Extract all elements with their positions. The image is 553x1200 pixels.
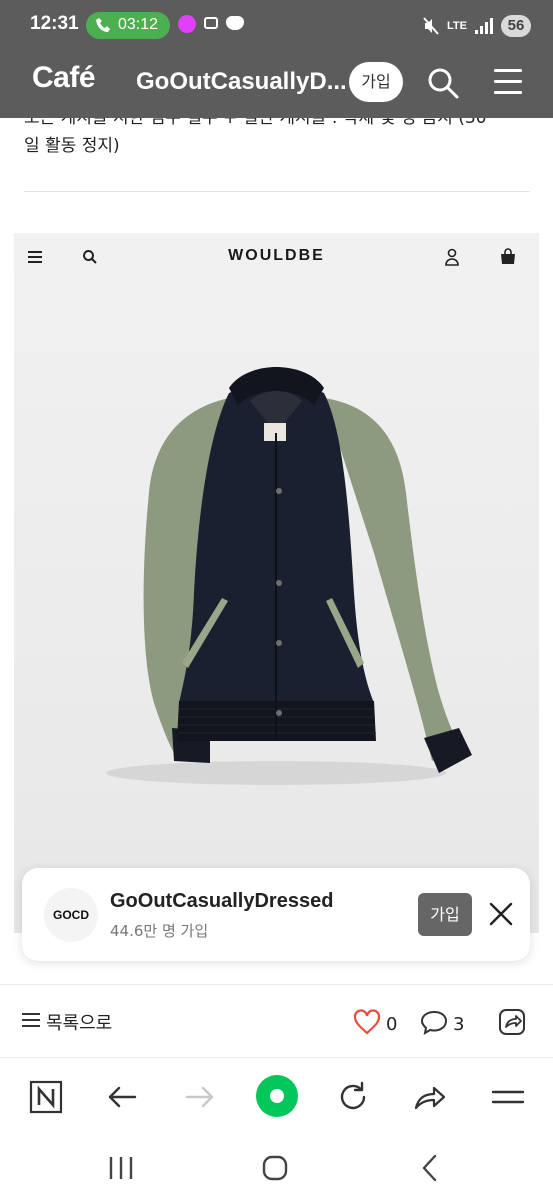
home-icon[interactable] — [260, 1153, 290, 1183]
cafe-avatar[interactable]: GOCD — [44, 888, 98, 942]
comment-count: 3 — [453, 1014, 465, 1035]
back-to-list-button[interactable]: 목록으로 — [22, 1009, 112, 1035]
comment-icon — [420, 1009, 448, 1040]
post-action-row: 목록으로 0 3 — [0, 984, 553, 1058]
comment-button[interactable]: 3 — [420, 1009, 464, 1040]
post-text-line: 일 활동 정지) — [24, 136, 120, 156]
banner-cafe-name[interactable]: GoOutCasuallyDressed — [110, 890, 333, 913]
back-icon[interactable] — [416, 1153, 446, 1183]
join-button[interactable]: 가입 — [349, 62, 403, 102]
join-banner: GOCD GoOutCasuallyDressed 44.6만 명 가입 가입 — [22, 868, 530, 961]
flower-app-icon — [178, 15, 196, 33]
voicemail-icon — [204, 17, 218, 29]
cafe-logo[interactable]: Café — [32, 61, 96, 95]
status-bar: 12:31 03:12 LTE 56 — [0, 0, 553, 52]
browser-menu-icon[interactable] — [490, 1079, 526, 1115]
discord-icon — [226, 16, 244, 30]
naver-home-icon[interactable] — [28, 1079, 64, 1115]
call-indicator[interactable]: 03:12 — [86, 12, 170, 39]
status-time: 12:31 — [30, 13, 79, 34]
browser-toolbar — [0, 1059, 553, 1135]
list-icon — [22, 1013, 40, 1031]
refresh-icon[interactable] — [335, 1079, 371, 1115]
call-timer: 03:12 — [118, 16, 159, 33]
recent-apps-icon[interactable] — [106, 1153, 136, 1183]
cafe-title[interactable]: GoOutCasuallyD... — [136, 68, 346, 96]
page: 12:31 03:12 LTE 56 Café GoOutCasuallyD..… — [0, 0, 553, 1200]
like-button[interactable]: 0 — [353, 1009, 397, 1040]
back-to-list-label: 목록으로 — [46, 1013, 113, 1034]
member-count: 44.6만 명 가입 — [110, 922, 209, 940]
search-icon[interactable] — [426, 66, 460, 100]
android-navigation-bar — [0, 1135, 553, 1200]
forward-arrow-icon[interactable] — [182, 1079, 218, 1115]
banner-join-button[interactable]: 가입 — [418, 893, 472, 936]
back-arrow-icon[interactable] — [104, 1079, 140, 1115]
menu-icon[interactable] — [494, 69, 522, 97]
like-count: 0 — [386, 1014, 398, 1035]
share-arrow-icon[interactable] — [412, 1079, 448, 1115]
jacket-illustration — [106, 367, 472, 785]
mute-icon — [423, 17, 439, 35]
lte-indicator: LTE — [447, 20, 467, 32]
close-icon[interactable] — [488, 901, 514, 927]
signal-icon — [475, 18, 493, 34]
naver-green-dot-icon[interactable] — [255, 1074, 299, 1118]
phone-icon — [96, 17, 112, 38]
battery-indicator: 56 — [501, 15, 531, 37]
heart-icon — [353, 1009, 381, 1040]
cafe-app-bar: Café GoOutCasuallyD... 가입 — [0, 52, 553, 118]
product-image[interactable]: WOULDBE — [14, 233, 539, 933]
divider — [24, 191, 530, 192]
share-icon[interactable] — [497, 1007, 527, 1037]
